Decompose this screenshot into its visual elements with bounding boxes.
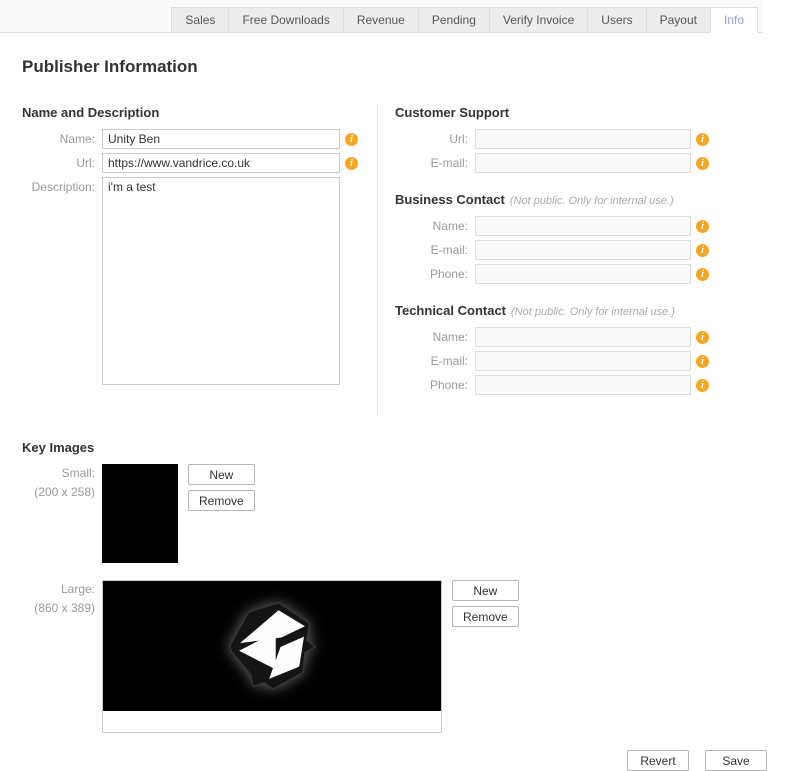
support-url-row: Url: i xyxy=(395,129,718,149)
support-url-input[interactable] xyxy=(475,129,691,149)
publisher-name-input[interactable] xyxy=(102,129,340,149)
top-tab-bar: Sales Free Downloads Revenue Pending Ver… xyxy=(0,0,785,33)
name-description-section: Name and Description Name: i Url: i Desc… xyxy=(22,105,378,414)
technical-name-label: Name: xyxy=(395,330,475,344)
key-images-header: Key Images xyxy=(22,440,785,455)
technical-phone-label: Phone: xyxy=(395,378,475,392)
technical-name-row: Name: i xyxy=(395,327,718,347)
publisher-url-label: Url: xyxy=(22,156,102,170)
name-description-header: Name and Description xyxy=(22,105,377,120)
description-row: Description: i'm a test xyxy=(22,177,377,385)
large-image-label: Large: (860 x 389) xyxy=(22,580,102,618)
info-icon[interactable]: i xyxy=(696,133,709,146)
info-icon[interactable]: i xyxy=(345,133,358,146)
support-url-label: Url: xyxy=(395,132,475,146)
technical-email-input[interactable] xyxy=(475,351,691,371)
business-email-label: E-mail: xyxy=(395,243,475,257)
tab-pending[interactable]: Pending xyxy=(418,7,490,33)
info-icon[interactable]: i xyxy=(696,268,709,281)
publisher-url-row: Url: i xyxy=(22,153,377,173)
support-email-label: E-mail: xyxy=(395,156,475,170)
form-actions: Revert Save xyxy=(22,750,767,771)
business-contact-section: Business Contact(Not public. Only for in… xyxy=(395,192,718,284)
publisher-name-label: Name: xyxy=(22,132,102,146)
key-images-section: Key Images Small: (200 x 258) New Remove… xyxy=(22,440,785,733)
publisher-url-input[interactable] xyxy=(102,153,340,173)
revert-button[interactable]: Revert xyxy=(627,750,689,771)
info-icon[interactable]: i xyxy=(345,157,358,170)
info-icon[interactable]: i xyxy=(696,379,709,392)
small-key-image-preview xyxy=(102,464,178,563)
unity-logo-icon xyxy=(222,599,322,693)
business-email-row: E-mail: i xyxy=(395,240,718,260)
business-phone-input[interactable] xyxy=(475,264,691,284)
small-image-row: Small: (200 x 258) New Remove xyxy=(22,464,785,563)
business-name-label: Name: xyxy=(395,219,475,233)
info-icon[interactable]: i xyxy=(696,220,709,233)
technical-email-label: E-mail: xyxy=(395,354,475,368)
description-textarea[interactable]: i'm a test xyxy=(102,177,340,385)
description-label: Description: xyxy=(22,177,102,194)
business-contact-header: Business Contact(Not public. Only for in… xyxy=(395,192,718,207)
business-email-input[interactable] xyxy=(475,240,691,260)
info-icon[interactable]: i xyxy=(696,331,709,344)
page-title: Publisher Information xyxy=(22,57,785,77)
small-image-label: Small: (200 x 258) xyxy=(22,464,102,502)
business-phone-row: Phone: i xyxy=(395,264,718,284)
large-image-new-button[interactable]: New xyxy=(452,580,519,601)
info-icon[interactable]: i xyxy=(696,157,709,170)
support-email-row: E-mail: i xyxy=(395,153,718,173)
tab-payout[interactable]: Payout xyxy=(646,7,711,33)
tab-free-downloads[interactable]: Free Downloads xyxy=(228,7,343,33)
info-icon[interactable]: i xyxy=(696,244,709,257)
contacts-column: Customer Support Url: i E-mail: i Busine… xyxy=(378,105,718,414)
customer-support-header: Customer Support xyxy=(395,105,718,120)
technical-contact-section: Technical Contact(Not public. Only for i… xyxy=(395,303,718,395)
publisher-name-row: Name: i xyxy=(22,129,377,149)
large-key-image-preview xyxy=(102,580,442,733)
customer-support-section: Customer Support Url: i E-mail: i xyxy=(395,105,718,173)
technical-phone-row: Phone: i xyxy=(395,375,718,395)
small-image-remove-button[interactable]: Remove xyxy=(188,490,255,511)
business-name-input[interactable] xyxy=(475,216,691,236)
small-image-new-button[interactable]: New xyxy=(188,464,255,485)
large-image-remove-button[interactable]: Remove xyxy=(452,606,519,627)
technical-contact-note: (Not public. Only for internal use.) xyxy=(511,306,675,318)
support-email-input[interactable] xyxy=(475,153,691,173)
info-icon[interactable]: i xyxy=(696,355,709,368)
business-phone-label: Phone: xyxy=(395,267,475,281)
tab-verify-invoice[interactable]: Verify Invoice xyxy=(489,7,588,33)
form-columns: Name and Description Name: i Url: i Desc… xyxy=(22,105,785,414)
large-image-row: Large: (860 x 389) xyxy=(22,580,785,733)
save-button[interactable]: Save xyxy=(705,750,767,771)
technical-contact-header: Technical Contact(Not public. Only for i… xyxy=(395,303,718,318)
technical-name-input[interactable] xyxy=(475,327,691,347)
tab-revenue[interactable]: Revenue xyxy=(343,7,419,33)
technical-phone-input[interactable] xyxy=(475,375,691,395)
tab-info[interactable]: Info xyxy=(710,7,758,33)
business-name-row: Name: i xyxy=(395,216,718,236)
tab-users[interactable]: Users xyxy=(587,7,646,33)
business-contact-note: (Not public. Only for internal use.) xyxy=(510,195,674,207)
tab-sales[interactable]: Sales xyxy=(171,7,229,33)
technical-email-row: E-mail: i xyxy=(395,351,718,371)
